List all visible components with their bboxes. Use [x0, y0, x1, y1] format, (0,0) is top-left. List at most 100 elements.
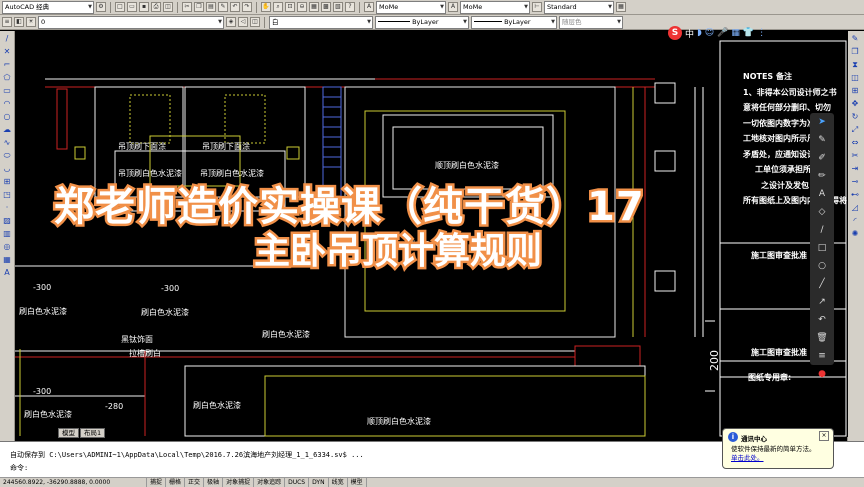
rectangle-icon[interactable]: ▭: [2, 86, 12, 96]
properties-icon[interactable]: ▦: [309, 2, 319, 12]
array-icon[interactable]: ⊞: [850, 86, 860, 96]
cursor-icon[interactable]: ➤: [810, 113, 834, 131]
text-style2-select[interactable]: MoMe ▼: [460, 0, 530, 14]
command-prompt[interactable]: 命令:: [10, 463, 28, 473]
gear-icon[interactable]: ⚙: [96, 2, 106, 12]
lineweight-select[interactable]: ByLayer ▼: [471, 15, 557, 29]
explode-icon[interactable]: ✺: [850, 229, 860, 239]
revision-cloud-icon[interactable]: ☁: [2, 125, 12, 135]
layer-state-icon[interactable]: ◧: [14, 17, 24, 27]
construction-line-icon[interactable]: ✕: [2, 47, 12, 57]
line-icon[interactable]: /: [2, 34, 12, 44]
eraser-icon[interactable]: ◇: [810, 203, 834, 221]
line-shape-icon[interactable]: ╱: [810, 275, 834, 293]
ellipse-arc-icon[interactable]: ◡: [2, 164, 12, 174]
gradient-icon[interactable]: ▥: [2, 229, 12, 239]
rotate-icon[interactable]: ↻: [850, 112, 860, 122]
workspace-select[interactable]: AutoCAD 经典 ▼: [2, 0, 94, 14]
spline-icon[interactable]: ∿: [2, 138, 12, 148]
menu-icon[interactable]: ≡: [810, 347, 834, 365]
text-style-select[interactable]: MoMe ▼: [376, 0, 446, 14]
make-current-icon[interactable]: ◈: [226, 17, 236, 27]
cut-icon[interactable]: ✂: [182, 2, 192, 12]
grid-menu-icon[interactable]: ⋮: [757, 28, 766, 38]
erase-icon[interactable]: ✎: [850, 34, 860, 44]
preview-icon[interactable]: ◫: [163, 2, 173, 12]
ellipse-icon[interactable]: ⬭: [2, 151, 12, 161]
region-icon[interactable]: ◎: [2, 242, 12, 252]
join-icon[interactable]: ⊷: [850, 190, 860, 200]
communication-center-balloon[interactable]: i 通讯中心 × 使软件保持最新的简单方法。 单击此处。: [722, 428, 834, 469]
user-icon[interactable]: 👕: [743, 28, 754, 38]
table-style-icon[interactable]: ▦: [616, 2, 626, 12]
open-file-icon[interactable]: ▭: [127, 2, 137, 12]
emoji-icon[interactable]: ☺: [705, 28, 714, 38]
new-file-icon[interactable]: □: [115, 2, 125, 12]
help-icon[interactable]: ?: [345, 2, 355, 12]
table-icon[interactable]: ▦: [2, 255, 12, 265]
hatch-icon[interactable]: ▨: [2, 216, 12, 226]
undo-icon[interactable]: ↶: [230, 2, 240, 12]
tab-model[interactable]: 模型: [58, 428, 79, 438]
copy-icon[interactable]: ❐: [194, 2, 204, 12]
layer-manager-icon[interactable]: ≡: [2, 17, 12, 27]
record-icon[interactable]: ●: [810, 365, 834, 383]
pen-icon[interactable]: ✎: [810, 131, 834, 149]
line-tool-icon[interactable]: /: [810, 221, 834, 239]
marker-icon[interactable]: ✐: [810, 149, 834, 167]
layer-previous-icon[interactable]: ◁: [238, 17, 248, 27]
mirror-icon[interactable]: ⧗: [850, 60, 860, 70]
text-style2-icon[interactable]: A: [448, 2, 458, 12]
text-style-icon[interactable]: A: [364, 2, 374, 12]
zoom-previous-icon[interactable]: ⊖: [297, 2, 307, 12]
undo-annotation-icon[interactable]: ↶: [810, 311, 834, 329]
dim-style-select[interactable]: Standard ▼: [544, 0, 614, 14]
ime-toolbar[interactable]: S 中 ◗ ☺ 🎤 ▦ 👕 ⋮: [668, 24, 788, 42]
ime-mode[interactable]: 中: [685, 27, 694, 40]
circle-icon[interactable]: ○: [2, 112, 12, 122]
rectangle-tool-icon[interactable]: □: [810, 239, 834, 257]
paste-icon[interactable]: ▤: [206, 2, 216, 12]
highlighter-icon[interactable]: ✏: [810, 167, 834, 185]
layer-isolate-icon[interactable]: ◫: [250, 17, 260, 27]
make-block-icon[interactable]: ◳: [2, 190, 12, 200]
close-icon[interactable]: ×: [819, 431, 829, 441]
layer-select[interactable]: 0 ▼: [38, 15, 224, 29]
notification-link[interactable]: 单击此处。: [731, 454, 764, 462]
plotstyle-select[interactable]: 随层色 ▼: [559, 15, 623, 29]
offset-icon[interactable]: ◫: [850, 73, 860, 83]
punctuation-icon[interactable]: ◗: [697, 28, 702, 38]
stretch-icon[interactable]: ⇔: [850, 138, 860, 148]
text-tool-icon[interactable]: A: [810, 185, 834, 203]
chamfer-icon[interactable]: ◿: [850, 203, 860, 213]
save-icon[interactable]: ▪: [139, 2, 149, 12]
mtext-icon[interactable]: A: [2, 268, 12, 278]
trim-icon[interactable]: ✂: [850, 151, 860, 161]
move-icon[interactable]: ✥: [850, 99, 860, 109]
pan-icon[interactable]: ✋: [261, 2, 271, 12]
tool-palette-icon[interactable]: ▧: [333, 2, 343, 12]
match-properties-icon[interactable]: ✎: [218, 2, 228, 12]
redo-icon[interactable]: ↷: [242, 2, 252, 12]
break-icon[interactable]: ⊸: [850, 177, 860, 187]
print-icon[interactable]: ⎙: [151, 2, 161, 12]
scale-icon[interactable]: ⤢: [850, 125, 860, 135]
zoom-realtime-icon[interactable]: ⌕: [273, 2, 283, 12]
extend-icon[interactable]: ⇥: [850, 164, 860, 174]
dim-style-icon[interactable]: ⊢: [532, 2, 542, 12]
keyboard-icon[interactable]: ▦: [731, 28, 740, 38]
color-select[interactable]: 白 ▼: [269, 15, 373, 29]
polyline-icon[interactable]: ⌐: [2, 60, 12, 70]
trash-icon[interactable]: 🗑: [810, 329, 834, 347]
ellipse-tool-icon[interactable]: ○: [810, 257, 834, 275]
sogou-logo-icon[interactable]: S: [668, 26, 682, 40]
linetype-select[interactable]: ByLayer ▼: [375, 15, 469, 29]
tab-layout1[interactable]: 布局1: [80, 428, 106, 438]
design-center-icon[interactable]: ▩: [321, 2, 331, 12]
fillet-icon[interactable]: ◜: [850, 216, 860, 226]
microphone-icon[interactable]: 🎤: [717, 28, 728, 38]
arc-icon[interactable]: ◠: [2, 99, 12, 109]
copy-object-icon[interactable]: ❐: [850, 47, 860, 57]
point-icon[interactable]: ·: [2, 203, 12, 213]
zoom-window-icon[interactable]: ⊡: [285, 2, 295, 12]
